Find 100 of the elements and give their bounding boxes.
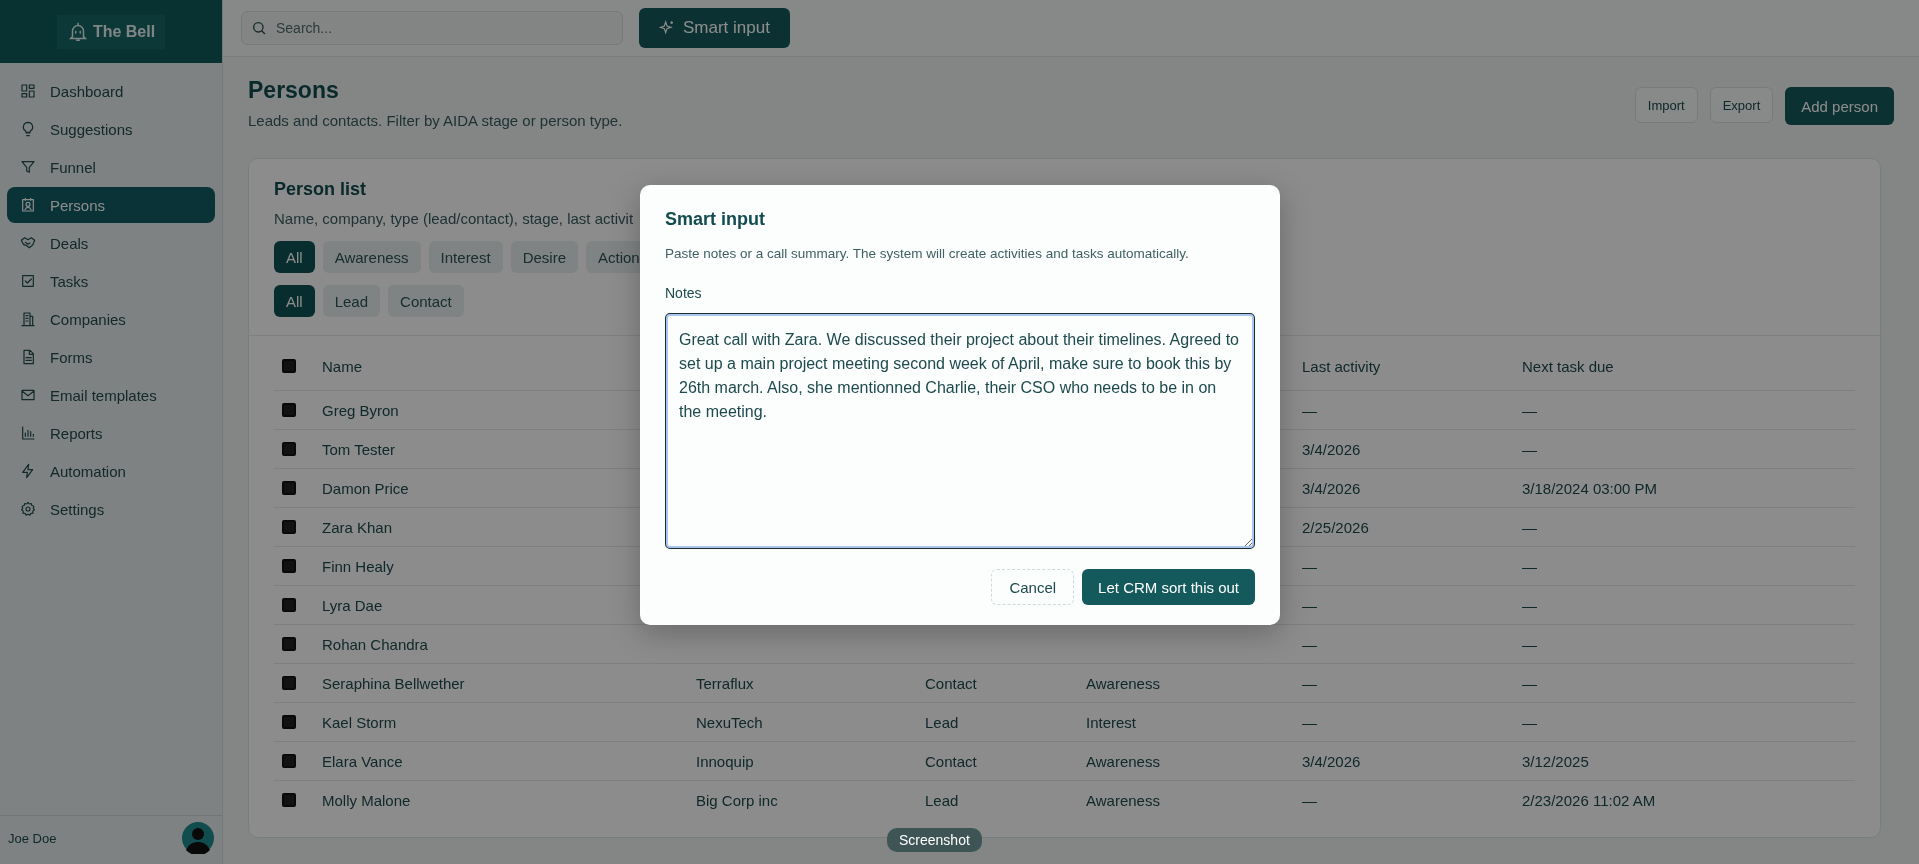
row-checkbox[interactable] bbox=[282, 676, 296, 690]
table-cell: Big Corp inc bbox=[696, 791, 778, 809]
type-filter-chip[interactable]: Lead bbox=[322, 285, 381, 317]
document-icon bbox=[20, 349, 36, 365]
person-name[interactable]: Seraphina Bellwether bbox=[322, 674, 465, 692]
stage-filter-chip[interactable]: Desire bbox=[510, 241, 578, 273]
table-cell: — bbox=[1522, 557, 1537, 575]
table-cell: — bbox=[1522, 635, 1537, 653]
table-cell: — bbox=[1522, 713, 1537, 731]
person-name[interactable]: Tom Tester bbox=[322, 440, 396, 458]
column-header[interactable]: Last activity bbox=[1302, 357, 1381, 375]
table-cell: 3/4/2026 bbox=[1302, 752, 1361, 770]
field-label: Notes bbox=[665, 285, 703, 301]
building-icon bbox=[20, 311, 36, 327]
table-cell: — bbox=[1522, 440, 1537, 458]
column-header[interactable]: Next task due bbox=[1522, 357, 1614, 375]
type-filter-chip[interactable]: All bbox=[274, 285, 315, 317]
row-checkbox[interactable] bbox=[282, 598, 296, 612]
person-name[interactable]: Damon Price bbox=[322, 479, 409, 497]
column-header[interactable]: Name bbox=[322, 357, 362, 375]
person-name[interactable]: Rohan Chandra bbox=[322, 635, 428, 653]
table-cell: Innoquip bbox=[696, 752, 754, 770]
row-checkbox[interactable] bbox=[282, 715, 296, 729]
person-name[interactable]: Zara Khan bbox=[322, 518, 393, 536]
settings-icon bbox=[20, 501, 36, 517]
card-title: Person list bbox=[274, 179, 368, 200]
table-cell: — bbox=[1522, 596, 1537, 614]
row-checkbox[interactable] bbox=[282, 481, 296, 495]
add-button[interactable]: Add person bbox=[1785, 87, 1894, 125]
row-checkbox[interactable] bbox=[282, 637, 296, 651]
table-cell: — bbox=[1302, 596, 1317, 614]
table-cell: — bbox=[1302, 713, 1317, 731]
smart-input-button[interactable]: Smart input bbox=[639, 8, 790, 48]
stage-filter-chip[interactable]: All bbox=[274, 241, 315, 273]
table-cell: — bbox=[1302, 557, 1317, 575]
sidebar-item[interactable]: Forms bbox=[7, 339, 215, 375]
logo[interactable]: The Bell bbox=[56, 14, 166, 49]
table-cell: Awareness bbox=[1086, 791, 1160, 809]
person-card-icon bbox=[20, 197, 36, 213]
table-cell: 2/25/2026 bbox=[1302, 518, 1369, 536]
sidebar-item[interactable]: Settings bbox=[7, 491, 215, 527]
person-name[interactable]: Finn Healy bbox=[322, 557, 394, 575]
table-cell: — bbox=[1302, 401, 1317, 419]
bar-chart-icon bbox=[20, 425, 36, 441]
sidebar-item[interactable]: Reports bbox=[7, 415, 215, 451]
row-checkbox[interactable] bbox=[282, 403, 296, 417]
notes-field[interactable]: Great call with Zara. We discussed their project about their timelines. Agreed to set up a main project meeting second week of April, make sure to book this by 26th march. Also, she mentionned Charlie, their CSO who needs to be in on the meeting. bbox=[665, 313, 1255, 549]
person-name[interactable]: Lyra Dae bbox=[322, 596, 383, 614]
row-checkbox[interactable] bbox=[282, 754, 296, 768]
action-button[interactable]: Export bbox=[1709, 87, 1774, 123]
sidebar-item[interactable]: Companies bbox=[7, 301, 215, 337]
table-cell: — bbox=[1522, 401, 1537, 419]
envelope-icon bbox=[20, 387, 36, 403]
stage-filter-chip[interactable]: Awareness bbox=[322, 241, 421, 273]
modal-description: Paste notes or a call summary. The system will create activities and tasks automatically. bbox=[665, 246, 1190, 261]
table-cell: Terraflux bbox=[696, 674, 754, 692]
sidebar-item[interactable]: Tasks bbox=[7, 263, 215, 299]
table-cell: — bbox=[1522, 518, 1537, 536]
avatar[interactable] bbox=[182, 822, 214, 854]
row-checkbox[interactable] bbox=[282, 442, 296, 456]
action-button[interactable]: Import bbox=[1634, 87, 1698, 123]
page-subtitle: Leads and contacts. Filter by AIDA stage or person type. bbox=[248, 112, 623, 129]
lightbulb-icon bbox=[20, 121, 36, 137]
table-cell: — bbox=[1302, 635, 1317, 653]
submit-button[interactable]: Let CRM sort this out bbox=[1082, 569, 1255, 605]
page-title: Persons bbox=[248, 77, 340, 104]
table-cell: 3/4/2026 bbox=[1302, 440, 1361, 458]
sidebar-item[interactable]: Email templates bbox=[7, 377, 215, 413]
table-cell: — bbox=[1302, 791, 1317, 809]
person-name[interactable]: Molly Malone bbox=[322, 791, 411, 809]
row-checkbox[interactable] bbox=[282, 793, 296, 807]
row-checkbox[interactable] bbox=[282, 520, 296, 534]
sidebar-item[interactable]: Funnel bbox=[7, 149, 215, 185]
sidebar-item[interactable]: Suggestions bbox=[7, 111, 215, 147]
cancel-button[interactable]: Cancel bbox=[991, 569, 1075, 605]
sidebar-item[interactable]: Deals bbox=[7, 225, 215, 261]
sidebar-item[interactable]: Dashboard bbox=[7, 73, 215, 109]
person-name[interactable]: Kael Storm bbox=[322, 713, 397, 731]
table-cell: — bbox=[1302, 674, 1317, 692]
select-all-checkbox[interactable] bbox=[282, 359, 296, 373]
type-filter-chip[interactable]: Contact bbox=[388, 285, 464, 317]
sparkle-icon bbox=[659, 20, 675, 36]
user-name: Joe Doe bbox=[8, 830, 57, 846]
sidebar-item[interactable]: Persons bbox=[7, 187, 215, 223]
table-cell: NexuTech bbox=[696, 713, 763, 731]
person-name[interactable]: Elara Vance bbox=[322, 752, 403, 770]
table-cell: Interest bbox=[1086, 713, 1137, 731]
person-name[interactable]: Greg Byron bbox=[322, 401, 399, 419]
card-description: Name, company, type (lead/contact), stage, last activit bbox=[274, 210, 634, 227]
table-cell: Contact bbox=[925, 674, 977, 692]
table-cell: Contact bbox=[925, 752, 977, 770]
lightning-icon bbox=[20, 463, 36, 479]
sidebar-item[interactable]: Automation bbox=[7, 453, 215, 489]
table-cell: Awareness bbox=[1086, 674, 1160, 692]
search-field[interactable]: Search... bbox=[241, 11, 623, 45]
tooltip: Screenshot bbox=[887, 828, 982, 852]
table-cell: Awareness bbox=[1086, 752, 1160, 770]
stage-filter-chip[interactable]: Interest bbox=[428, 241, 503, 273]
row-checkbox[interactable] bbox=[282, 559, 296, 573]
table-cell: 3/4/2026 bbox=[1302, 479, 1361, 497]
